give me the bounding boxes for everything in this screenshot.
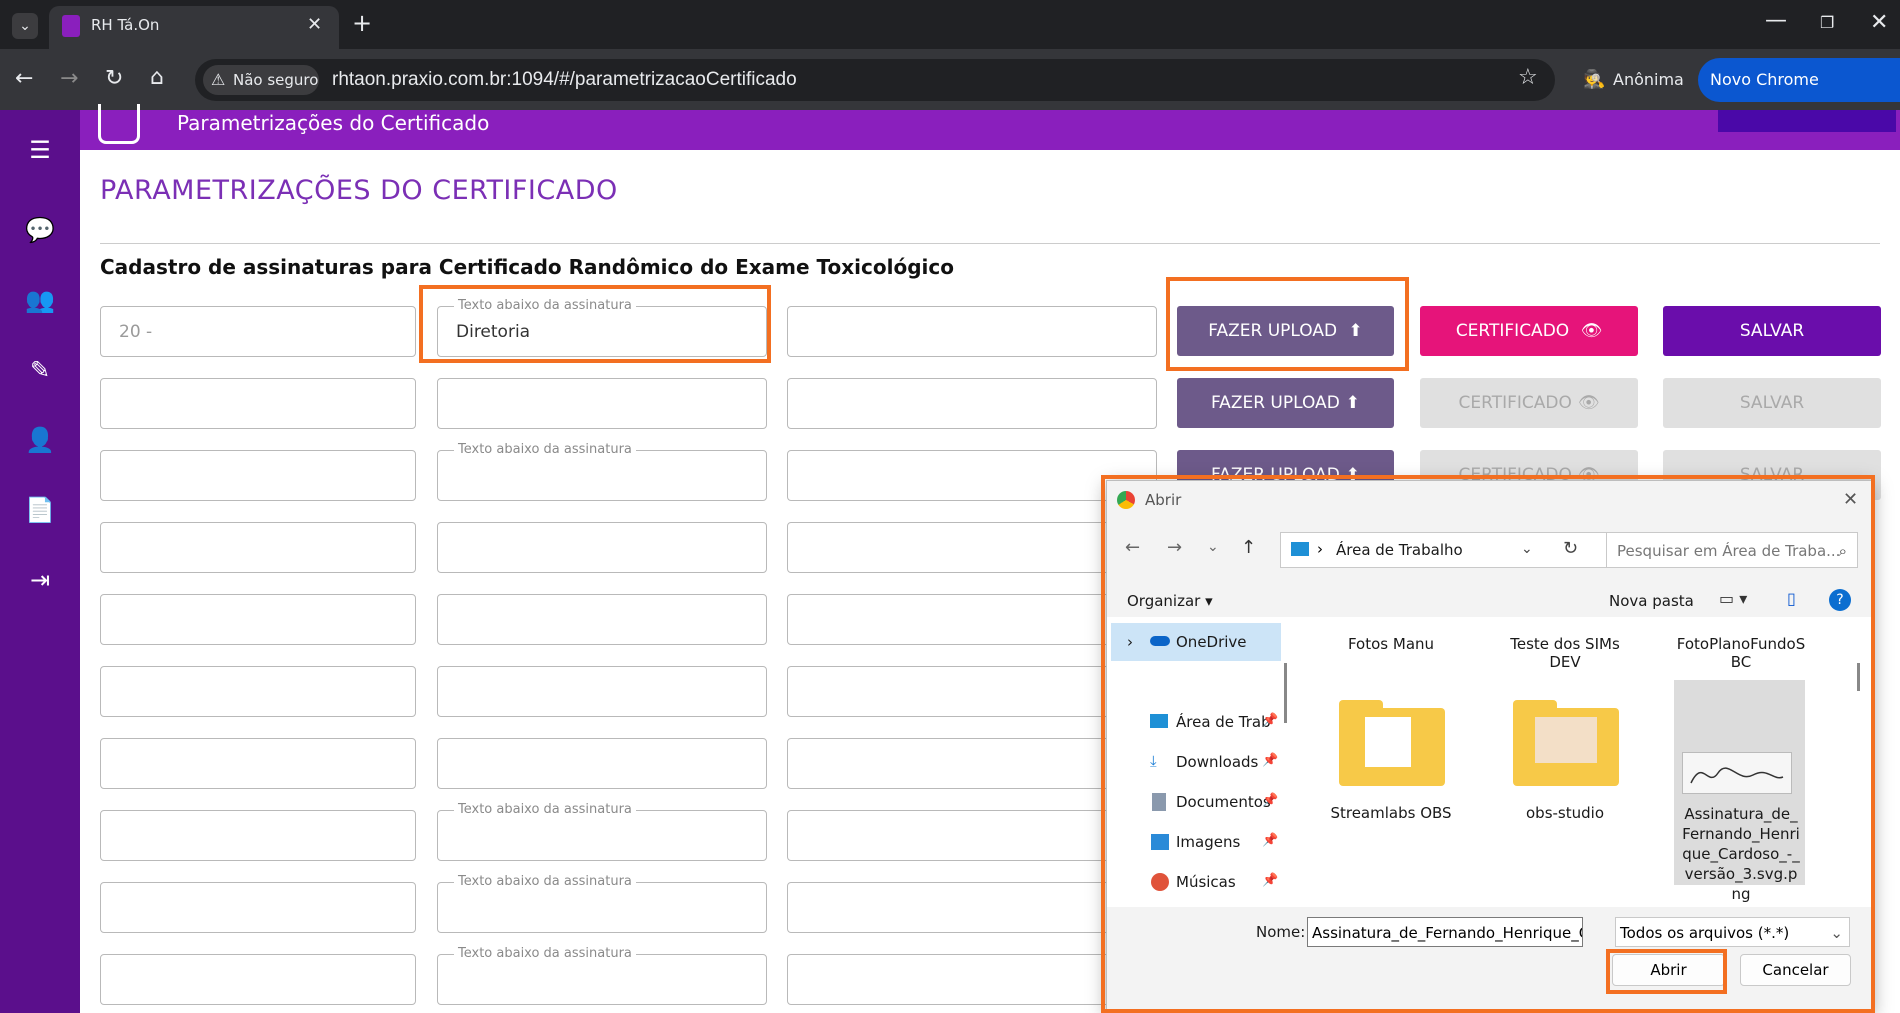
signature-text-field[interactable] (437, 378, 767, 429)
order-field[interactable] (100, 378, 416, 429)
order-field[interactable] (100, 810, 416, 861)
forward-icon[interactable]: → (60, 68, 78, 90)
not-secure-badge[interactable]: ⚠ Não seguro (203, 65, 319, 95)
chat-icon[interactable]: 💬 (0, 210, 80, 250)
new-chrome-button[interactable]: Novo Chrome disponível ⋮ (1698, 58, 1900, 133)
new-tab-icon[interactable]: + (352, 11, 372, 35)
home-icon[interactable]: ⌂ (150, 67, 164, 89)
file-field[interactable] (787, 378, 1157, 429)
eye-icon: 👁 (1580, 321, 1603, 341)
divider (100, 243, 1880, 244)
tab-close-icon[interactable]: ✕ (307, 14, 322, 35)
highlight-signature-text (419, 285, 771, 363)
signature-text-field[interactable]: Texto abaixo da assinatura (437, 442, 767, 501)
bookmark-star-icon[interactable]: ☆ (1518, 67, 1538, 89)
tab-search-icon[interactable]: ⌄ (12, 13, 38, 39)
header-action-button[interactable] (1718, 110, 1896, 132)
highlight-dialog (1101, 475, 1875, 1013)
document-icon[interactable]: 📄 (0, 490, 80, 530)
close-window-icon[interactable]: ✕ (1870, 12, 1888, 34)
url-text[interactable]: rhtaon.praxio.com.br:1094/#/parametrizac… (332, 67, 797, 93)
order-field[interactable] (100, 666, 416, 717)
upload-icon: ⬆ (1345, 393, 1361, 413)
add-user-icon[interactable]: 👤 (0, 420, 80, 460)
certificate-button[interactable]: CERTIFICADO 👁 (1420, 378, 1638, 428)
warning-icon: ⚠ (211, 70, 226, 89)
signature-text-label: Texto abaixo da assinatura (454, 442, 636, 458)
highlight-upload (1166, 277, 1409, 371)
tab-title: RH Tá.On (91, 16, 160, 34)
upload-button[interactable]: FAZER UPLOAD ⬆ (1177, 378, 1394, 428)
signature-text-field[interactable]: Texto abaixo da assinatura (437, 802, 767, 861)
signature-text-label: Texto abaixo da assinatura (454, 874, 636, 890)
minimize-icon[interactable]: — (1765, 10, 1787, 32)
page-title: PARAMETRIZAÇÕES DO CERTIFICADO (100, 175, 618, 206)
eye-icon: 👁 (1577, 393, 1600, 413)
order-field[interactable] (100, 882, 416, 933)
order-field[interactable] (100, 954, 416, 1005)
signature-text-field[interactable] (437, 738, 767, 789)
save-label: SALVAR (1739, 393, 1805, 413)
save-button[interactable]: SALVAR (1663, 378, 1881, 428)
file-field[interactable] (787, 306, 1157, 357)
signature-text-field[interactable]: Texto abaixo da assinatura (437, 874, 767, 933)
incognito-label: Anônima (1613, 70, 1684, 89)
restore-icon[interactable]: ❐ (1820, 12, 1834, 34)
order-field-value: 20 - (119, 322, 153, 342)
reload-icon[interactable]: ↻ (105, 68, 123, 90)
order-field[interactable] (100, 522, 416, 573)
logout-icon[interactable]: ⇥ (0, 560, 80, 600)
users-group-icon[interactable]: 👥 (0, 280, 80, 320)
certificate-label: CERTIFICADO (1458, 393, 1572, 413)
header-title: Parametrizações do Certificado (177, 111, 490, 135)
order-field[interactable] (100, 594, 416, 645)
certificate-button[interactable]: CERTIFICADO 👁 (1420, 306, 1638, 356)
signature-text-field[interactable]: Texto abaixo da assinatura (437, 946, 767, 1005)
menu-hamburger-icon[interactable]: ☰ (0, 130, 80, 170)
site-favicon-icon (62, 15, 80, 37)
browser-tab[interactable]: RH Tá.On ✕ (49, 6, 339, 49)
signature-text-label: Texto abaixo da assinatura (454, 802, 636, 818)
signature-text-field[interactable] (437, 594, 767, 645)
incognito-badge[interactable]: 🕵 Anônima (1573, 59, 1684, 101)
edit-pen-icon[interactable]: ✎ (0, 350, 80, 390)
certificate-label: CERTIFICADO (1455, 321, 1570, 341)
signature-text-label: Texto abaixo da assinatura (454, 946, 636, 962)
upload-label: FAZER UPLOAD (1210, 393, 1340, 413)
save-button[interactable]: SALVAR (1663, 306, 1881, 356)
order-field[interactable] (100, 738, 416, 789)
not-secure-label: Não seguro (233, 71, 319, 89)
signature-text-field[interactable] (437, 666, 767, 717)
incognito-icon: 🕵 (1583, 69, 1606, 90)
back-icon[interactable]: ← (15, 68, 33, 90)
order-field[interactable]: 20 - (100, 306, 416, 357)
section-title: Cadastro de assinaturas para Certificado… (100, 255, 954, 279)
app-logo-icon (98, 104, 140, 144)
save-label: SALVAR (1739, 321, 1805, 341)
signature-text-field[interactable] (437, 522, 767, 573)
order-field[interactable] (100, 450, 416, 501)
